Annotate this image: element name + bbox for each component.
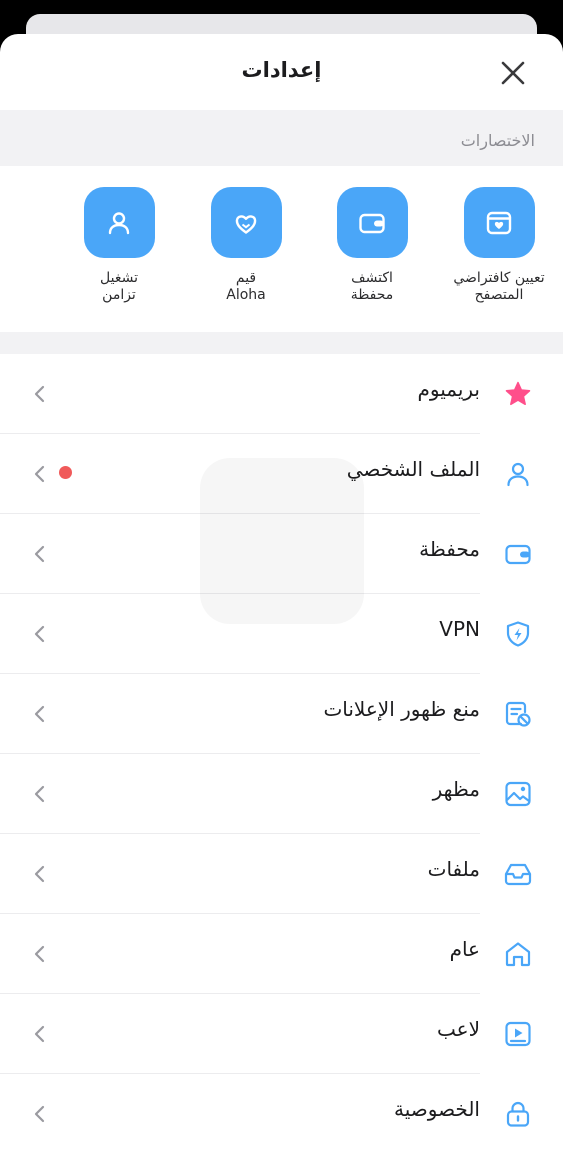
settings-sheet: إعدادات الاختصارات تعيين كافتراضي المتصف… bbox=[0, 34, 563, 1153]
chevron-left-icon bbox=[34, 545, 45, 563]
menu-item-premium[interactable]: بريميوم bbox=[0, 354, 563, 434]
chevron-left-icon bbox=[34, 1105, 45, 1123]
image-icon bbox=[505, 781, 531, 807]
shortcut-label-line1: تشغيل bbox=[100, 270, 138, 286]
shortcut-rate-aloha[interactable]: قيم Aloha bbox=[191, 187, 301, 304]
shield-bolt-icon bbox=[506, 621, 530, 647]
menu-item-label: VPN bbox=[439, 617, 480, 641]
chevron-left-icon bbox=[34, 385, 45, 403]
menu-item-player[interactable]: لاعب bbox=[0, 994, 563, 1074]
shortcut-label-line2: محفظة bbox=[350, 287, 394, 303]
chevron-left-icon bbox=[34, 625, 45, 643]
shortcut-tile[interactable] bbox=[463, 187, 535, 258]
heart-icon bbox=[235, 214, 257, 234]
wallet-icon bbox=[505, 544, 531, 565]
menu-item-label: مظهر bbox=[432, 777, 480, 801]
shortcut-tile[interactable] bbox=[336, 187, 408, 258]
browser-heart-icon bbox=[486, 211, 512, 234]
shortcuts-section-header: الاختصارات bbox=[0, 110, 563, 166]
sheet-header: إعدادات bbox=[0, 34, 563, 110]
chevron-left-icon bbox=[34, 865, 45, 883]
player-icon bbox=[505, 1021, 531, 1047]
shortcut-label-line1: اكتشف bbox=[351, 270, 393, 286]
shortcut-enable-sync[interactable]: تشغيل تزامن bbox=[64, 187, 174, 304]
chevron-left-icon bbox=[34, 465, 45, 483]
shortcut-set-default-browser[interactable]: تعيين كافتراضي المتصفح bbox=[444, 187, 554, 304]
shortcut-label-line2: المتصفح bbox=[474, 287, 524, 303]
user-icon bbox=[507, 462, 529, 487]
menu-item-general[interactable]: عام bbox=[0, 914, 563, 994]
menu-item-label: عام bbox=[449, 937, 480, 961]
menu-item-label: الملف الشخصي bbox=[346, 457, 480, 481]
watermark-logo bbox=[200, 458, 364, 624]
inbox-icon bbox=[504, 863, 532, 886]
menu-item-privacy[interactable]: الخصوصية bbox=[0, 1074, 563, 1153]
shortcut-label-line1: قيم bbox=[235, 270, 257, 286]
shortcuts-section-title: الاختصارات bbox=[460, 131, 535, 150]
chevron-left-icon bbox=[34, 785, 45, 803]
close-icon[interactable] bbox=[498, 58, 528, 88]
wallet-icon bbox=[359, 213, 385, 233]
menu-item-label: محفظة bbox=[419, 537, 480, 561]
menu-item-label: بريميوم bbox=[417, 377, 480, 401]
chevron-left-icon bbox=[34, 945, 45, 963]
menu-item-label: ملفات bbox=[427, 857, 480, 881]
home-icon bbox=[505, 942, 531, 967]
adblock-icon bbox=[505, 701, 531, 727]
menu-item-label: الخصوصية bbox=[394, 1097, 480, 1121]
chevron-left-icon bbox=[34, 1025, 45, 1043]
menu-item-label: منع ظهور الإعلانات bbox=[323, 697, 480, 721]
menu-item-adblock[interactable]: منع ظهور الإعلانات bbox=[0, 674, 563, 754]
star-icon bbox=[505, 381, 531, 406]
shortcut-label-line2: Aloha bbox=[226, 287, 266, 303]
shortcut-tile[interactable] bbox=[83, 187, 155, 258]
user-icon bbox=[108, 211, 130, 234]
notification-badge bbox=[59, 466, 72, 479]
shortcut-tile[interactable] bbox=[210, 187, 282, 258]
menu-item-label: لاعب bbox=[437, 1017, 480, 1041]
shortcut-label-line2: تزامن bbox=[102, 287, 136, 303]
menu-item-appearance[interactable]: مظهر bbox=[0, 754, 563, 834]
lock-icon bbox=[506, 1101, 530, 1127]
page-title: إعدادات bbox=[241, 58, 322, 82]
menu-item-files[interactable]: ملفات bbox=[0, 834, 563, 914]
section-gap bbox=[0, 332, 563, 354]
shortcut-label-line1: تعيين كافتراضي bbox=[453, 270, 545, 286]
shortcuts-row: تعيين كافتراضي المتصفح اكتشف محفظة قيم A… bbox=[0, 166, 563, 332]
shortcut-discover-wallet[interactable]: اكتشف محفظة bbox=[317, 187, 427, 304]
chevron-left-icon bbox=[34, 705, 45, 723]
